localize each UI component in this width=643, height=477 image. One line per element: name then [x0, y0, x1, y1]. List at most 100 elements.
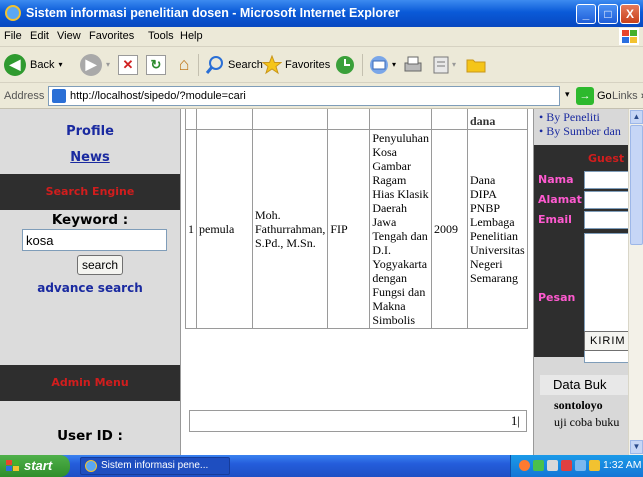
menu-favorites[interactable]: Favorites — [89, 30, 134, 42]
cell-no: 1 — [185, 129, 197, 329]
menu-tools[interactable]: Tools — [148, 30, 174, 42]
alamat-label: Alamat — [538, 193, 582, 206]
vertical-scrollbar[interactable]: ▲ ▼ — [628, 109, 643, 455]
right-sidebar: • By Peneliti • By Sumber dan Guest Nama… — [533, 109, 628, 455]
cell-year: 2009 — [430, 129, 468, 329]
mail-button[interactable]: ▾ — [368, 51, 396, 78]
menu-help[interactable]: Help — [180, 30, 203, 42]
back-button[interactable]: ◀ Back ▾ — [4, 51, 62, 78]
back-arrow-icon: ◀ — [4, 53, 26, 76]
address-dropdown-icon[interactable]: ▾ — [565, 89, 570, 100]
tray-app-icon[interactable] — [519, 460, 530, 471]
menu-view[interactable]: View — [57, 30, 81, 42]
search-submit-button[interactable]: search — [77, 255, 123, 275]
mail-dropdown-icon[interactable]: ▾ — [392, 60, 396, 69]
back-dropdown-icon[interactable]: ▾ — [58, 60, 62, 69]
by-sumber-label: By Sumber dan — [546, 124, 621, 138]
advance-search-link[interactable]: advance search — [0, 281, 180, 295]
cell-fund: Dana DIPA PNBP Lembaga Penelitian Univer… — [466, 129, 528, 329]
menu-file[interactable]: File — [4, 30, 22, 42]
title-line: Makna — [372, 299, 406, 313]
edit-dropdown-icon[interactable]: ▾ — [452, 60, 456, 69]
profile-link[interactable]: Profile — [0, 124, 180, 139]
search-button[interactable]: Search — [205, 51, 263, 78]
cell-title[interactable]: Penyuluhan Kosa Gambar Ragam Hias Klasik… — [369, 129, 432, 329]
scroll-up-icon[interactable]: ▲ — [630, 110, 643, 124]
folder-icon — [466, 59, 486, 72]
address-input[interactable]: http://localhost/sipedo/?module=cari — [48, 86, 560, 106]
alamat-input[interactable] — [584, 191, 628, 209]
researcher-line: Moh. — [255, 208, 281, 222]
maximize-button[interactable]: □ — [598, 4, 618, 24]
ie-taskbar-icon — [85, 460, 97, 472]
keyword-label: Keyword : — [51, 212, 129, 228]
tray-volume-icon[interactable] — [589, 460, 600, 471]
refresh-button[interactable]: ↻ — [146, 51, 166, 78]
nama-label: Nama — [538, 173, 574, 186]
taskbar: start Sistem informasi pene... 1:32 AM — [0, 455, 643, 477]
guestbook-form: Nama Alamat Email Pesan — [534, 167, 628, 363]
favorites-button[interactable]: Favorites — [262, 51, 330, 78]
scroll-thumb[interactable] — [630, 125, 643, 245]
menu-edit[interactable]: Edit — [30, 30, 49, 42]
start-label: start — [24, 458, 53, 473]
refresh-icon: ↻ — [146, 54, 166, 75]
search-engine-header: Search Engine — [0, 174, 180, 210]
search-icon — [205, 55, 223, 74]
folder-button[interactable] — [465, 51, 487, 78]
title-line: Yogyakarta — [372, 257, 428, 271]
edit-button[interactable]: ▾ — [430, 51, 456, 78]
go-arrow-icon: → — [576, 87, 594, 105]
news-link[interactable]: News — [0, 150, 180, 165]
title-line: Simbolis — [372, 313, 415, 327]
forward-button[interactable]: ▶ ▾ — [80, 51, 110, 78]
history-icon — [336, 55, 354, 74]
toolbar: ◀ Back ▾ ▶ ▾ ✕ ↻ ⌂ Search Favorites ▾ ▾ — [0, 47, 643, 83]
scroll-down-icon[interactable]: ▼ — [630, 440, 643, 454]
minimize-button[interactable]: _ — [576, 4, 596, 24]
nama-input[interactable] — [584, 171, 628, 189]
forward-dropdown-icon[interactable]: ▾ — [106, 60, 110, 69]
stop-button[interactable]: ✕ — [118, 51, 138, 78]
bullet-icon: • — [539, 124, 544, 138]
go-button[interactable]: → Go — [576, 87, 612, 105]
print-icon — [404, 56, 422, 71]
email-input[interactable] — [584, 211, 628, 229]
user-id-label: User ID : — [57, 428, 123, 444]
favorites-label: Favorites — [285, 58, 331, 71]
title-line: Ragam — [372, 173, 407, 187]
by-peneliti-link[interactable]: • By Peneliti — [539, 110, 600, 125]
tray-security-icon[interactable] — [561, 460, 572, 471]
kirim-button[interactable]: KIRIM — [584, 331, 628, 351]
print-button[interactable] — [402, 51, 424, 78]
start-button[interactable]: start — [0, 455, 70, 477]
close-button[interactable]: X — [620, 4, 640, 24]
researcher-line: S.Pd., M.Sn. — [255, 236, 316, 250]
search-label: Search — [228, 58, 263, 71]
keyword-input[interactable] — [22, 229, 167, 251]
book-item[interactable]: uji coba buku — [554, 415, 619, 430]
by-peneliti-label: By Peneliti — [546, 110, 600, 124]
bullet-icon: • — [539, 110, 544, 124]
results-table: dana 1 pemula Moh. Fathurrahman, S.Pd., … — [185, 109, 528, 329]
email-label: Email — [538, 213, 572, 226]
fund-line: Negeri — [469, 257, 503, 271]
forward-arrow-icon: ▶ — [80, 53, 102, 76]
toolbar-divider — [362, 54, 363, 76]
fund-line: Semarang — [469, 271, 518, 285]
book-item[interactable]: sontoloyo — [554, 398, 603, 413]
history-button[interactable] — [334, 51, 356, 78]
left-menu: Profile News Search Engine Keyword : sea… — [0, 109, 180, 455]
pagination[interactable]: 1| — [189, 410, 527, 432]
home-button[interactable]: ⌂ — [174, 51, 194, 78]
links-button[interactable]: Links » — [612, 90, 643, 102]
tray-display-icon[interactable] — [575, 460, 586, 471]
fund-line: Universitas — [469, 243, 525, 257]
table-header-row: dana — [185, 109, 528, 130]
admin-menu-header: Admin Menu — [0, 365, 180, 401]
menu-bar: File Edit View Favorites Tools Help — [0, 27, 643, 47]
by-sumber-link[interactable]: • By Sumber dan — [539, 124, 621, 139]
taskbar-item-ie[interactable]: Sistem informasi pene... — [80, 457, 230, 475]
tray-network-icon[interactable] — [533, 460, 544, 471]
tray-antivirus-icon[interactable] — [547, 460, 558, 471]
